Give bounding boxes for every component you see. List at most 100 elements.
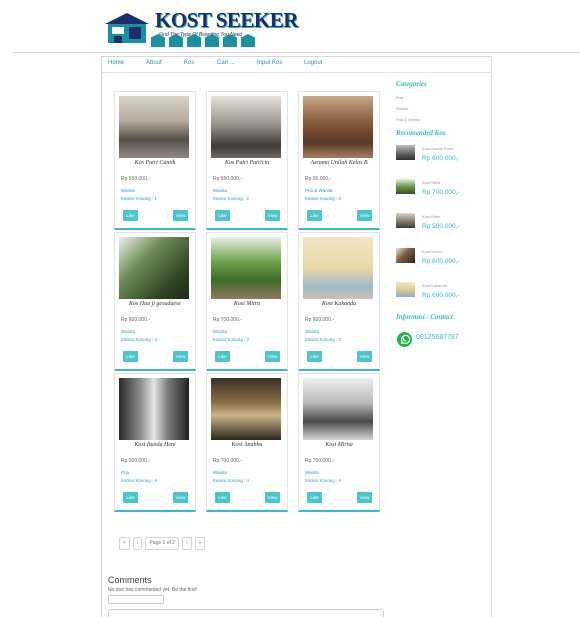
listing-rooms: Kamar Kosong : 2 — [213, 196, 250, 201]
whatsapp-icon — [397, 332, 412, 347]
listing-price: Rp 550.000,- — [121, 176, 150, 182]
recommended-name[interactable]: Kost Mitra — [422, 180, 440, 185]
mini-house-icon — [150, 34, 166, 47]
nav-logout[interactable]: Logout — [304, 60, 322, 66]
nav-kos[interactable]: Kos — [184, 60, 194, 66]
listing-photo[interactable] — [119, 378, 189, 440]
listing-gender: Pria & Wanita — [305, 188, 333, 193]
recommended-thumbnail[interactable] — [396, 248, 415, 263]
view-button[interactable]: View — [357, 492, 372, 503]
view-button[interactable]: View — [357, 351, 372, 362]
recommended-thumbnail[interactable] — [396, 213, 415, 228]
comments-empty-note: No one has commented yet. Be the first! — [108, 587, 198, 593]
category-wanita[interactable]: Wanita — [396, 106, 408, 111]
view-button[interactable]: View — [265, 210, 280, 221]
listing-card[interactable]: Kost Kakanda Rp 600.000,- Wanita Kamar Koso… — [298, 232, 380, 371]
like-button[interactable]: Like — [215, 210, 230, 221]
listing-card[interactable]: Kost Bunda Heni Rp 500.000,- Pria Kamar Kos… — [114, 373, 196, 512]
contact-phone[interactable]: 08125687787 — [416, 334, 459, 341]
listing-photo[interactable] — [119, 96, 189, 158]
nav-cari[interactable]: Cari ... — [217, 60, 235, 66]
view-button[interactable]: View — [173, 351, 188, 362]
view-button[interactable]: View — [265, 492, 280, 503]
listing-name[interactable]: Kost Anabba — [207, 442, 287, 448]
listing-gender: Wanita — [121, 188, 135, 193]
listing-photo[interactable] — [303, 237, 373, 299]
listing-name[interactable]: Kos Putri Patricia — [207, 160, 287, 166]
like-button[interactable]: Like — [307, 210, 322, 221]
recommended-thumbnail[interactable] — [396, 179, 415, 194]
listing-name[interactable]: Kost Mitra — [207, 301, 287, 307]
listing-gender: Wanita — [213, 188, 227, 193]
recommended-thumbnail[interactable] — [396, 282, 415, 297]
mini-house-icon — [168, 34, 184, 47]
recommended-price: Rp 500.000,- — [422, 223, 460, 230]
listing-photo[interactable] — [119, 237, 189, 299]
view-button[interactable]: View — [173, 492, 188, 503]
listing-price: Rp 700.000,- — [213, 317, 242, 323]
like-button[interactable]: Like — [215, 351, 230, 362]
listing-rooms: Kamar Kosong : 4 — [305, 478, 342, 483]
page-last-button[interactable]: » — [194, 537, 206, 550]
category-pria-wanita[interactable]: Pria & Wanita — [396, 117, 420, 122]
listing-name[interactable]: Kos Putri Cantik — [115, 160, 195, 166]
listing-price: Rp 600.000,- — [305, 317, 334, 323]
listing-photo[interactable] — [211, 96, 281, 158]
listing-rooms: Kamar Kosong : 1 — [121, 196, 158, 201]
listing-price: Rp 600.000,- — [121, 317, 150, 323]
listing-name[interactable]: Kost Bunda Heni — [115, 442, 195, 448]
recommended-name[interactable]: Kost Bunda Rumi — [422, 146, 453, 151]
recommended-name[interactable]: Kost Kakanda — [422, 283, 447, 288]
recommended-name[interactable]: Kost Babe — [422, 214, 440, 219]
listing-card[interactable]: Asrama Unilah Kelas B Rp 50.000,- Pria & W… — [298, 91, 380, 230]
listing-name[interactable]: Kost Mirna — [299, 442, 379, 448]
view-button[interactable]: View — [173, 210, 188, 221]
mini-house-icon — [186, 34, 202, 47]
page-next-button[interactable]: › — [182, 537, 192, 550]
house-logo-icon — [105, 13, 149, 43]
comment-text-input[interactable] — [108, 609, 384, 617]
view-button[interactable]: View — [265, 351, 280, 362]
listing-name[interactable]: Kos Haa ji gesuduese — [115, 301, 195, 307]
recommended-name[interactable]: Kost Mansi — [422, 249, 442, 254]
comment-name-input[interactable] — [108, 595, 164, 604]
mini-house-icon — [204, 34, 220, 47]
listing-price: Rp 500.000,- — [121, 458, 150, 464]
recommended-price: Rp 700.000,- — [422, 189, 460, 196]
listing-photo[interactable] — [211, 237, 281, 299]
view-button[interactable]: View — [357, 210, 372, 221]
listing-photo[interactable] — [303, 378, 373, 440]
site-logo[interactable]: KOST SEEKER Find The Type Of Boarding Yo… — [103, 8, 298, 48]
listing-photo[interactable] — [303, 96, 373, 158]
listing-gender: Wanita — [305, 329, 319, 334]
page-indicator: Page 1 of 2 — [145, 537, 180, 550]
like-button[interactable]: Like — [307, 492, 322, 503]
category-pria[interactable]: Pria — [396, 95, 403, 100]
listing-price: Rp 700.000,- — [305, 458, 334, 464]
listing-photo[interactable] — [211, 378, 281, 440]
recommended-thumbnail[interactable] — [396, 145, 415, 160]
mini-house-icon — [240, 34, 256, 47]
listing-rooms: Kamar Kosong : 4 — [121, 478, 158, 483]
listing-name[interactable]: Kost Kakanda — [299, 301, 379, 307]
nav-input-kos[interactable]: Input Kos — [257, 60, 282, 66]
pagination: « ‹ Page 1 of 2 › » — [119, 537, 206, 550]
mini-house-icon — [222, 34, 238, 47]
listing-card[interactable]: Kos Haa ji gesuduese Rp 600.000,- Wanita Ka… — [114, 232, 196, 371]
like-button[interactable]: Like — [123, 210, 138, 221]
page-prev-button[interactable]: ‹ — [132, 537, 143, 550]
listing-card[interactable]: Kost Anabba Rp 700.000,- Wanita Kamar Koson… — [206, 373, 288, 512]
like-button[interactable]: Like — [307, 351, 322, 362]
like-button[interactable]: Like — [123, 492, 138, 503]
listing-rooms: Kamar Kosong : 4 — [121, 337, 158, 342]
listing-card[interactable]: Kost Mitra Rp 700.000,- Wanita Kamar Kosong… — [206, 232, 288, 371]
like-button[interactable]: Like — [215, 492, 230, 503]
listing-card[interactable]: Kost Mirna Rp 700.000,- Wanita Kamar Kosong… — [298, 373, 380, 512]
nav-about[interactable]: About — [146, 60, 162, 66]
nav-home[interactable]: Home — [108, 60, 124, 66]
listing-name[interactable]: Asrama Unilah Kelas B — [299, 160, 379, 166]
like-button[interactable]: Like — [123, 351, 138, 362]
page-first-button[interactable]: « — [119, 537, 130, 550]
listing-card[interactable]: Kos Putri Patricia Rp 550.000,- Wanita Kama… — [206, 91, 288, 230]
listing-card[interactable]: Kos Putri Cantik Rp 550.000,- Wanita Kamar … — [114, 91, 196, 230]
